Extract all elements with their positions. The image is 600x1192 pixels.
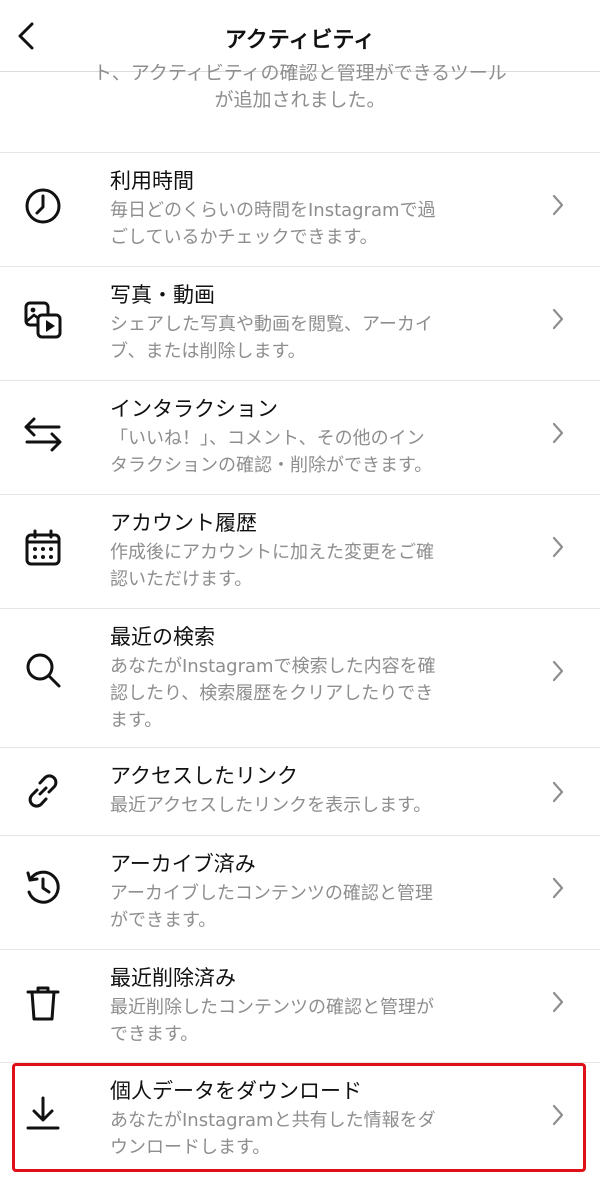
- menu-item-description: 「いいね！」、コメント、その他のイン タラクションの確認・削除ができます。: [110, 425, 510, 479]
- menu-item-interactions[interactable]: インタラクション 「いいね！」、コメント、その他のイン タラクションの確認・削除…: [0, 380, 600, 494]
- menu-item-title: インタラクション: [110, 397, 278, 421]
- menu-item-description: シェアした写真や動画を閲覧、アーカイ ブ、または削除します。: [110, 311, 510, 365]
- menu-item-description: 毎日どのくらいの時間をInstagramで過 ごしているかチェックできます。: [110, 197, 510, 251]
- menu-item-photos-videos[interactable]: 写真・動画 シェアした写真や動画を閲覧、アーカイ ブ、または削除します。: [0, 266, 600, 380]
- description-line: 最近削除したコンテンツの確認と管理が: [110, 997, 434, 1018]
- intro-line-1: ト、アクティビティの確認と管理ができるツール: [93, 64, 507, 84]
- link-icon: [22, 770, 64, 812]
- arrows-swap-icon: [22, 413, 64, 455]
- menu-item-description: あなたがInstagramと共有した情報をダ ウンロードします。: [110, 1107, 510, 1161]
- chevron-right-icon: [548, 778, 568, 806]
- menu-item-description: 最近削除したコンテンツの確認と管理が できます。: [110, 994, 510, 1048]
- trash-icon: [22, 982, 64, 1024]
- description-line: できます。: [110, 1024, 199, 1045]
- menu-item-title: アカウント履歴: [110, 511, 257, 535]
- calendar-icon: [22, 527, 64, 569]
- description-line: 毎日どのくらいの時間をInstagramで過: [110, 200, 436, 221]
- description-line: 最近アクセスしたリンクを表示します。: [110, 795, 432, 816]
- menu-item-links-visited[interactable]: アクセスしたリンク 最近アクセスしたリンクを表示します。: [0, 747, 600, 835]
- menu-item-description: 作成後にアカウントに加えた変更をご確 認いただけます。: [110, 539, 510, 593]
- page-title: アクティビティ: [224, 28, 376, 53]
- menu-item-title: アーカイブ済み: [110, 852, 256, 876]
- chevron-right-icon: [548, 1101, 568, 1129]
- menu-item-description: 最近アクセスしたリンクを表示します。: [110, 792, 510, 819]
- search-icon: [22, 649, 64, 691]
- chevron-right-icon: [548, 419, 568, 447]
- download-icon: [22, 1093, 64, 1135]
- description-line: ます。: [110, 710, 163, 731]
- description-line: あなたがInstagramで検索した内容を確: [110, 656, 436, 677]
- archive-history-icon: [22, 866, 64, 908]
- menu-item-description: あなたがInstagramで検索した内容を確 認したり、検索履歴をクリアしたりで…: [110, 653, 510, 734]
- photo-video-icon: [22, 299, 64, 341]
- menu-item-title: 最近の検索: [110, 625, 215, 649]
- top-bar: アクティビティ: [0, 0, 600, 72]
- menu-item-download-data[interactable]: 個人データをダウンロード あなたがInstagramと共有した情報をダ ウンロー…: [0, 1062, 600, 1176]
- menu-item-title: 個人データをダウンロード: [110, 1079, 362, 1103]
- menu-item-account-history[interactable]: アカウント履歴 作成後にアカウントに加えた変更をご確 認いただけます。: [0, 494, 600, 608]
- menu-item-title: 最近削除済み: [110, 966, 236, 990]
- menu-item-recent-searches[interactable]: 最近の検索 あなたがInstagramで検索した内容を確 認したり、検索履歴をク…: [0, 608, 600, 747]
- menu-item-title: 写真・動画: [110, 283, 215, 307]
- menu-item-time-spent[interactable]: 利用時間 毎日どのくらいの時間をInstagramで過 ごしているかチェックでき…: [0, 152, 600, 266]
- chevron-right-icon: [548, 657, 568, 685]
- description-line: ブ、または削除します。: [110, 341, 306, 362]
- description-line: シェアした写真や動画を閲覧、アーカイ: [110, 314, 433, 335]
- chevron-right-icon: [548, 191, 568, 219]
- menu-item-archived[interactable]: アーカイブ済み アーカイブしたコンテンツの確認と管理 ができます。: [0, 835, 600, 949]
- chevron-right-icon: [548, 305, 568, 333]
- menu-item-title: 利用時間: [110, 169, 194, 193]
- description-line: ができます。: [110, 910, 217, 931]
- intro-text: ト、アクティビティの確認と管理ができるツール が追加されました。: [40, 64, 560, 114]
- description-line: 作成後にアカウントに加えた変更をご確: [110, 542, 434, 563]
- clock-icon: [22, 185, 64, 227]
- menu-item-title: アクセスしたリンク: [110, 764, 298, 788]
- description-line: アーカイブしたコンテンツの確認と管理: [110, 883, 433, 904]
- description-line: 「いいね！」、コメント、その他のイン: [110, 428, 425, 449]
- chevron-right-icon: [548, 533, 568, 561]
- description-line: ウンロードします。: [110, 1137, 271, 1158]
- description-line: 認したり、検索履歴をクリアしたりでき: [110, 683, 434, 704]
- menu-item-recently-deleted[interactable]: 最近削除済み 最近削除したコンテンツの確認と管理が できます。: [0, 949, 600, 1062]
- menu-item-description: アーカイブしたコンテンツの確認と管理 ができます。: [110, 880, 510, 934]
- chevron-right-icon: [548, 874, 568, 902]
- description-line: タラクションの確認・削除ができます。: [110, 455, 433, 476]
- intro-line-2: が追加されました。: [214, 89, 386, 111]
- description-line: あなたがInstagramと共有した情報をダ: [110, 1110, 436, 1131]
- chevron-right-icon: [548, 988, 568, 1016]
- description-line: ごしているかチェックできます。: [110, 227, 378, 248]
- description-line: 認いただけます。: [110, 569, 253, 590]
- activity-menu-list: 利用時間 毎日どのくらいの時間をInstagramで過 ごしているかチェックでき…: [0, 152, 600, 1176]
